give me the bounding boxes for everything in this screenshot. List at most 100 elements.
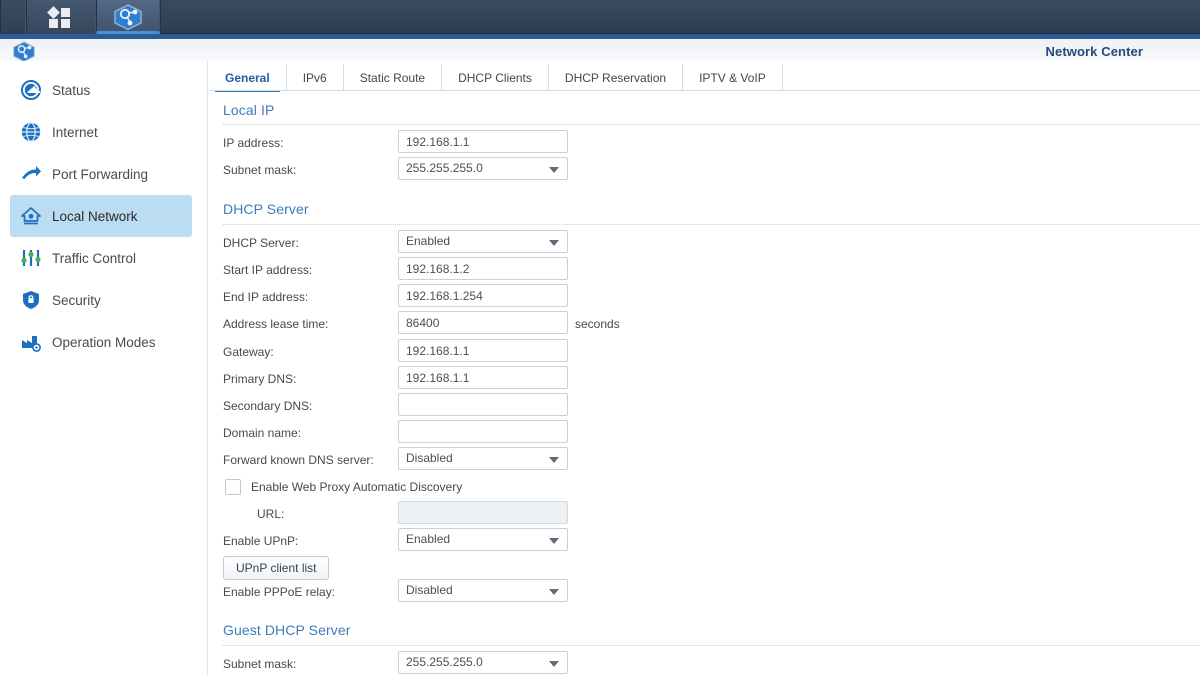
page-title: Network Center	[1045, 44, 1143, 59]
pppoe-relay-label: Enable PPPoE relay:	[223, 585, 336, 599]
sliders-icon	[20, 247, 42, 269]
section-divider	[223, 645, 1200, 646]
start-ip-label: Start IP address:	[223, 263, 313, 277]
pppoe-relay-select[interactable]: Disabled	[398, 579, 568, 602]
sidebar-item-label: Security	[52, 292, 101, 308]
field-row-primary-dns: Primary DNS:	[223, 366, 823, 392]
tab-dhcp-clients[interactable]: DHCP Clients	[442, 64, 549, 91]
tab-ipv6[interactable]: IPv6	[287, 64, 344, 91]
tab-static-route[interactable]: Static Route	[344, 64, 443, 91]
taskbar	[0, 0, 1200, 34]
field-row-upnp: Enable UPnP: Enabled	[223, 528, 823, 554]
dhcp-server-select[interactable]: Enabled	[398, 230, 568, 253]
pppoe-relay-value: Disabled	[406, 583, 453, 597]
home-icon	[20, 205, 42, 227]
app-header	[0, 39, 1200, 61]
secondary-dns-input[interactable]	[398, 393, 568, 416]
arrow-icon	[20, 163, 42, 185]
chevron-down-icon	[549, 538, 559, 544]
sidebar-item-label: Traffic Control	[52, 250, 137, 266]
upnp-label: Enable UPnP:	[223, 534, 299, 548]
active-tab-notch-icon	[27, 87, 41, 93]
sidebar-item-local-network[interactable]: Local Network	[10, 195, 192, 237]
guest-subnet-mask-select[interactable]: 255.255.255.0	[398, 651, 568, 674]
chevron-down-icon	[549, 240, 559, 246]
section-title-local-ip: Local IP	[223, 102, 275, 118]
secondary-dns-label: Secondary DNS:	[223, 399, 313, 413]
taskbar-empty-area	[160, 0, 1200, 34]
subnet-mask-value: 255.255.255.0	[406, 161, 483, 175]
tab-label: Static Route	[359, 70, 426, 85]
guest-subnet-mask-value: 255.255.255.0	[406, 655, 483, 669]
section-divider	[223, 224, 1200, 225]
domain-name-label: Domain name:	[223, 426, 302, 440]
dhcp-server-value: Enabled	[406, 234, 451, 248]
lease-time-unit: seconds	[575, 317, 620, 331]
guest-subnet-mask-label: Subnet mask:	[223, 657, 297, 671]
tab-label: DHCP Clients	[458, 70, 532, 85]
shield-icon	[20, 289, 42, 311]
ip-address-input[interactable]	[398, 130, 568, 153]
tab-general[interactable]: General	[209, 64, 287, 92]
tab-bar: General IPv6 Static Route DHCP Clients D…	[209, 61, 1200, 92]
taskbar-apps-button[interactable]	[26, 0, 96, 34]
subnet-mask-label: Subnet mask:	[223, 163, 297, 177]
field-row-domain-name: Domain name:	[223, 420, 823, 446]
sidebar-item-label: Status	[52, 82, 91, 98]
end-ip-label: End IP address:	[223, 290, 309, 304]
sidebar-item-port-forwarding[interactable]: Port Forwarding	[10, 153, 192, 195]
wpad-checkbox[interactable]	[225, 479, 241, 495]
tab-label: DHCP Reservation	[564, 70, 667, 85]
lease-time-input[interactable]	[398, 311, 568, 334]
upnp-select[interactable]: Enabled	[398, 528, 568, 551]
tab-label: General	[225, 70, 270, 85]
sidebar-item-operation-modes[interactable]: Operation Modes	[10, 321, 192, 363]
gateway-label: Gateway:	[223, 345, 274, 359]
gateway-input[interactable]	[398, 339, 568, 362]
sidebar-item-traffic-control[interactable]: Traffic Control	[10, 237, 192, 279]
sidebar-item-label: Operation Modes	[52, 334, 156, 350]
url-input	[398, 501, 568, 524]
primary-dns-input[interactable]	[398, 366, 568, 389]
chevron-down-icon	[549, 589, 559, 595]
upnp-client-list-button[interactable]: UPnP client list	[223, 556, 330, 580]
field-row-gateway: Gateway:	[223, 339, 823, 365]
sidebar-item-label: Local Network	[52, 208, 138, 224]
domain-name-input[interactable]	[398, 420, 568, 443]
section-title-dhcp-server: DHCP Server	[223, 201, 309, 217]
start-ip-input[interactable]	[398, 257, 568, 280]
forward-dns-select[interactable]: Disabled	[398, 447, 568, 470]
field-row-secondary-dns: Secondary DNS:	[223, 393, 823, 419]
field-row-pppoe-relay: Enable PPPoE relay: Disabled	[223, 579, 823, 605]
taskbar-network-center-button[interactable]	[96, 0, 160, 34]
sidebar-item-label: Port Forwarding	[52, 166, 149, 182]
chevron-down-icon	[549, 661, 559, 667]
section-divider	[223, 124, 1200, 125]
sidebar-item-security[interactable]: Security	[10, 279, 192, 321]
field-row-ip-address: IP address:	[223, 130, 823, 156]
forward-dns-label: Forward known DNS server:	[223, 453, 374, 467]
subnet-mask-select[interactable]: 255.255.255.0	[398, 157, 568, 180]
tab-label: IPv6	[302, 70, 327, 85]
sidebar-item-label: Internet	[52, 124, 98, 140]
field-row-guest-subnet-mask: Subnet mask: 255.255.255.0	[223, 651, 823, 677]
field-row-start-ip: Start IP address:	[223, 257, 823, 283]
wpad-checkbox-row: Enable Web Proxy Automatic Discovery	[225, 475, 462, 499]
field-row-subnet-mask: Subnet mask: 255.255.255.0	[223, 157, 823, 183]
end-ip-input[interactable]	[398, 284, 568, 307]
field-row-forward-dns: Forward known DNS server: Disabled	[223, 447, 823, 473]
sidebar: Status Internet Port Forwarding Local Ne…	[0, 61, 208, 675]
dhcp-server-label: DHCP Server:	[223, 236, 299, 250]
field-row-dhcp-server: DHCP Server: Enabled	[223, 230, 823, 256]
tab-dhcp-reservation[interactable]: DHCP Reservation	[549, 64, 684, 91]
chevron-down-icon	[549, 167, 559, 173]
sidebar-item-internet[interactable]: Internet	[10, 111, 192, 153]
tab-iptv-voip[interactable]: IPTV & VoIP	[683, 64, 783, 91]
globe-icon	[20, 121, 42, 143]
general-settings-form: Local IP IP address: Subnet mask: 255.25…	[209, 91, 1200, 675]
taskbar-slot-left	[0, 0, 26, 34]
wpad-checkbox-label: Enable Web Proxy Automatic Discovery	[251, 480, 463, 494]
forward-dns-value: Disabled	[406, 451, 453, 465]
chevron-down-icon	[549, 457, 559, 463]
url-label: URL:	[257, 507, 285, 521]
